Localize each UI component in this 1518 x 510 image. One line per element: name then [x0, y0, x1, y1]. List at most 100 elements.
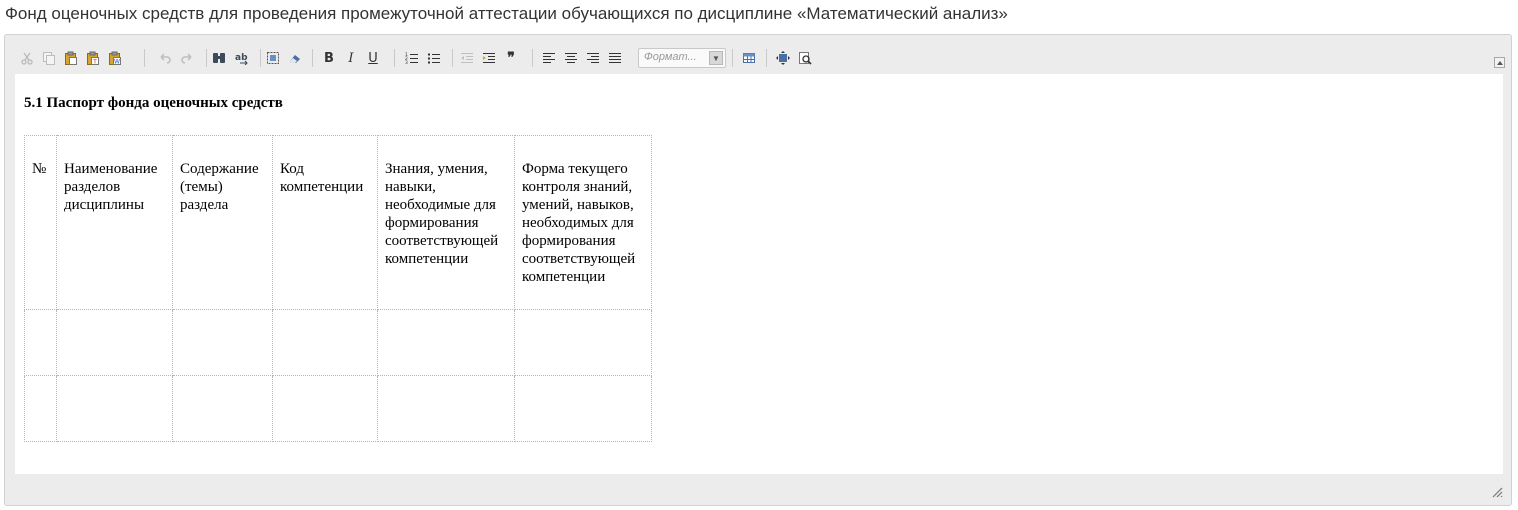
table-icon: [743, 53, 755, 63]
indent-icon: [483, 53, 495, 63]
paste-text-icon: T: [87, 51, 99, 66]
align-right-icon: [587, 53, 599, 63]
table-cell[interactable]: [272, 309, 378, 376]
maximize-button[interactable]: [772, 47, 794, 69]
table-cell[interactable]: [56, 309, 173, 376]
blockquote-button[interactable]: ❞: [500, 47, 522, 69]
table-header-cell[interactable]: Знания, умения, навыки, необходимые для …: [377, 135, 515, 310]
paste-word-icon: W: [109, 51, 121, 66]
toolbar-separator: [144, 49, 145, 67]
editor-content[interactable]: 5.1 Паспорт фонда оценочных средств № На…: [15, 74, 1503, 474]
paste-word-button[interactable]: W: [104, 47, 126, 69]
select-all-button[interactable]: [262, 47, 284, 69]
outdent-icon: [461, 53, 473, 63]
table-row: [24, 375, 652, 442]
paste-icon: [65, 51, 77, 65]
table-button[interactable]: [738, 47, 760, 69]
replace-icon: ab: [235, 53, 248, 65]
tools-group: [772, 47, 816, 69]
format-select-label: Формат...: [644, 51, 697, 63]
table-cell[interactable]: [172, 375, 273, 442]
basic-styles-group: B I U: [318, 47, 384, 69]
table-cell[interactable]: [172, 309, 273, 376]
indent-button[interactable]: [478, 47, 500, 69]
remove-format-button[interactable]: [284, 47, 306, 69]
format-select[interactable]: Формат... ▼: [638, 48, 726, 68]
paragraph-group: 123: [401, 47, 445, 69]
align-left-icon: [543, 53, 555, 63]
table-cell[interactable]: [514, 375, 652, 442]
table-cell[interactable]: [514, 309, 652, 376]
rich-text-editor: T W ab B I U 1 2 3 ❞ Формат... ▼ 5.1 Пас…: [4, 34, 1512, 506]
toolbar-separator: [732, 49, 733, 67]
bulleted-list-icon: [428, 53, 440, 64]
toolbar-separator: [532, 49, 533, 67]
table-cell[interactable]: [24, 309, 57, 376]
undo-button[interactable]: [154, 47, 176, 69]
collapse-toolbar-button[interactable]: [1494, 57, 1505, 68]
resize-grip-icon: [1492, 487, 1503, 498]
toolbar-separator: [394, 49, 395, 67]
toolbar-separator: [452, 49, 453, 67]
insert-group: [738, 47, 760, 69]
svg-text:T: T: [92, 59, 97, 66]
find-group: ab: [208, 47, 252, 69]
remove-format-icon: [290, 55, 300, 63]
align-left-button[interactable]: [538, 47, 560, 69]
paste-button[interactable]: [60, 47, 82, 69]
chevron-down-icon[interactable]: ▼: [709, 51, 723, 65]
table-cell[interactable]: [377, 375, 515, 442]
outdent-button[interactable]: [456, 47, 478, 69]
table-cell[interactable]: [272, 375, 378, 442]
copy-button[interactable]: [38, 47, 60, 69]
cut-icon: [21, 52, 33, 65]
bold-button[interactable]: B: [318, 47, 340, 69]
toolbar-separator: [206, 49, 207, 67]
toolbar-separator: [260, 49, 261, 67]
indent-group: ❞: [456, 47, 522, 69]
table-header-cell[interactable]: Код компетенции: [272, 135, 378, 310]
toolbar-separator: [766, 49, 767, 67]
preview-icon: [799, 52, 812, 65]
table-header-row: № Наименование разделов дисциплины Содер…: [24, 135, 652, 310]
table-header-cell[interactable]: Содержание (темы) раздела: [172, 135, 273, 310]
find-icon: [213, 53, 225, 63]
maximize-icon: [776, 51, 790, 65]
align-center-button[interactable]: [560, 47, 582, 69]
table-cell[interactable]: [24, 375, 57, 442]
numbered-list-icon: 123: [405, 52, 418, 65]
underline-button[interactable]: U: [362, 47, 384, 69]
table-header-cell[interactable]: Форма текущего контроля знаний, умений, …: [514, 135, 652, 310]
paste-text-button[interactable]: T: [82, 47, 104, 69]
find-button[interactable]: [208, 47, 230, 69]
italic-button[interactable]: I: [340, 47, 362, 69]
clipboard-group: T W: [16, 47, 126, 69]
editor-toolbar: T W ab B I U 1 2 3 ❞ Формат... ▼: [14, 45, 1504, 71]
align-right-button[interactable]: [582, 47, 604, 69]
redo-icon: [181, 53, 192, 64]
redo-button[interactable]: [176, 47, 198, 69]
justify-button[interactable]: [604, 47, 626, 69]
table-header-cell[interactable]: №: [24, 135, 57, 310]
numbered-list-button[interactable]: 123: [401, 47, 423, 69]
bulleted-list-button[interactable]: [423, 47, 445, 69]
resize-handle[interactable]: [1491, 485, 1503, 498]
copy-icon: [43, 52, 55, 65]
replace-button[interactable]: ab: [230, 47, 252, 69]
assessment-passport-table: № Наименование разделов дисциплины Содер…: [24, 135, 652, 442]
svg-text:3: 3: [405, 60, 408, 65]
preview-button[interactable]: [794, 47, 816, 69]
undo-icon: [160, 53, 171, 64]
toolbar-separator: [312, 49, 313, 67]
select-group: [262, 47, 306, 69]
svg-text:W: W: [114, 59, 120, 66]
cut-button[interactable]: [16, 47, 38, 69]
justify-icon: [609, 53, 621, 63]
table-cell[interactable]: [56, 375, 173, 442]
align-group: [538, 47, 626, 69]
table-cell[interactable]: [377, 309, 515, 376]
undo-group: [154, 47, 198, 69]
align-center-icon: [565, 53, 577, 63]
table-row: [24, 309, 652, 376]
table-header-cell[interactable]: Наименование разделов дисциплины: [56, 135, 173, 310]
